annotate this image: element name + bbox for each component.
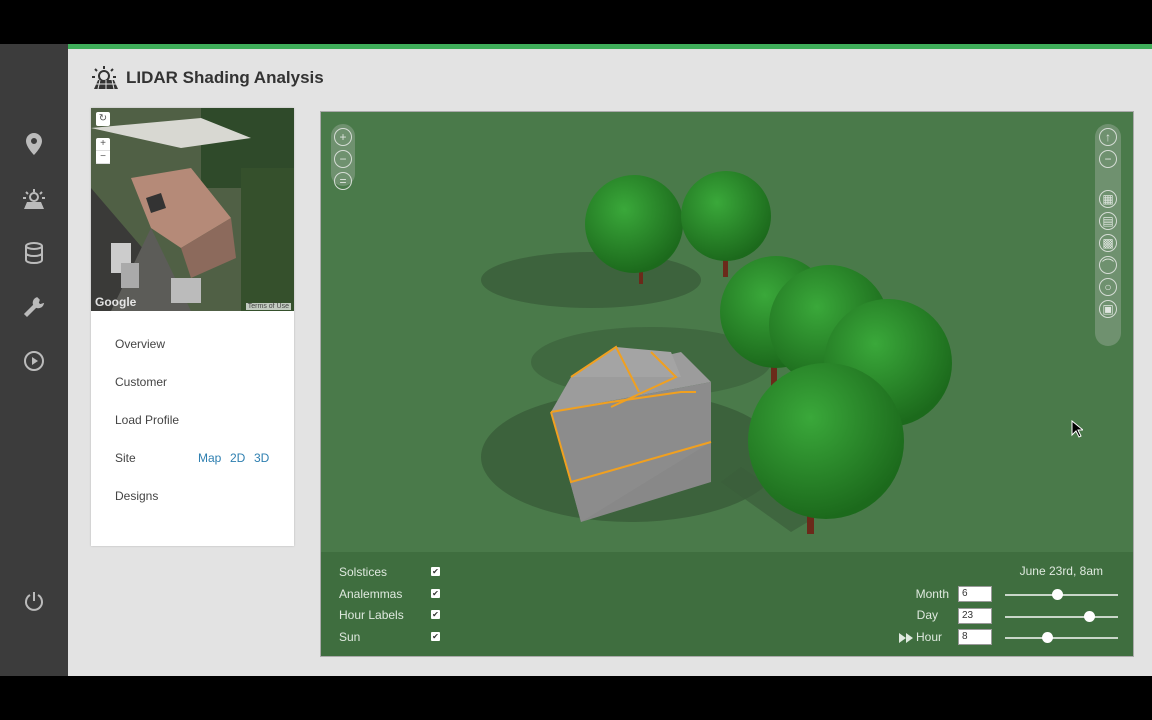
3d-viewer[interactable]: + − = ↑ − ▦ ▤ ▩ ⌒ ○ ▣ Solstices ✔ Analem… <box>320 111 1134 657</box>
nav-overview[interactable]: Overview <box>115 337 165 351</box>
nav-site[interactable]: Site <box>115 451 136 465</box>
viewer-view-controls: ↑ − ▦ ▤ ▩ ⌒ ○ ▣ <box>1095 124 1121 346</box>
map-zoom-in-button[interactable]: + <box>96 138 110 151</box>
day-label: Day <box>916 608 938 622</box>
map-terms-link[interactable]: Terms of Use <box>245 303 291 310</box>
hour-slider[interactable] <box>1005 632 1118 643</box>
solar-logo-icon <box>92 66 118 90</box>
rotate-up-icon[interactable]: ↑ <box>1099 128 1117 146</box>
app-window: LIDAR Shading Analysis ↻ + − Google Term… <box>0 44 1152 676</box>
option-hour-labels: Hour Labels ✔ <box>339 608 440 622</box>
hour-label: Hour <box>915 630 942 644</box>
hour-labels-checkbox[interactable]: ✔ <box>431 610 440 619</box>
month-input[interactable]: 6 <box>958 586 992 602</box>
sidebar <box>0 44 68 676</box>
play-icon[interactable] <box>19 346 49 376</box>
solar-panel-icon[interactable] <box>19 184 49 214</box>
solstices-checkbox[interactable]: ✔ <box>431 567 440 576</box>
reset-view-icon[interactable]: = <box>334 172 352 190</box>
day-input[interactable]: 23 <box>958 608 992 624</box>
arc-view-icon[interactable]: ⌒ <box>1099 256 1117 274</box>
nav-customer[interactable]: Customer <box>115 375 167 389</box>
mouse-cursor-icon <box>1071 419 1085 443</box>
day-slider-thumb[interactable] <box>1083 611 1095 622</box>
analemmas-checkbox[interactable]: ✔ <box>431 589 440 598</box>
zoom-out-icon[interactable]: − <box>334 150 352 168</box>
app-title: LIDAR Shading Analysis <box>126 68 324 87</box>
option-label: Sun <box>339 630 361 644</box>
date-readout: June 23rd, 8am <box>1019 564 1103 578</box>
power-icon[interactable] <box>19 586 49 616</box>
month-label: Month <box>915 587 949 601</box>
sphere-view-icon[interactable]: ○ <box>1099 278 1117 296</box>
save-icon[interactable]: ▣ <box>1099 300 1117 318</box>
sun-options-panel: Solstices ✔ Analemmas ✔ Hour Labels ✔ Su… <box>321 552 1133 656</box>
accent-bar <box>68 44 1152 49</box>
left-panel: ↻ + − Google Terms of Use Overview Custo… <box>91 108 294 546</box>
option-solstices: Solstices ✔ <box>339 565 440 579</box>
aerial-map[interactable]: ↻ + − Google Terms of Use <box>91 108 294 311</box>
option-label: Hour Labels <box>339 608 404 622</box>
google-logo: Google <box>95 295 137 309</box>
map-zoom-control: + − <box>96 138 110 164</box>
sun-checkbox[interactable]: ✔ <box>431 632 440 641</box>
zoom-in-icon[interactable]: + <box>334 128 352 146</box>
option-analemmas: Analemmas ✔ <box>339 587 440 601</box>
viewer-zoom-controls: + − = <box>331 124 355 190</box>
hour-slider-thumb[interactable] <box>1041 632 1053 643</box>
wrench-icon[interactable] <box>19 292 49 322</box>
database-icon[interactable] <box>19 238 49 268</box>
option-label: Analemmas <box>339 587 403 601</box>
option-label: Solstices <box>339 565 388 579</box>
hour-input[interactable]: 8 <box>958 629 992 645</box>
site-link-2d[interactable]: 2D <box>230 451 245 465</box>
aerial-image <box>91 108 294 311</box>
option-sun: Sun ✔ <box>339 630 440 644</box>
nav-designs[interactable]: Designs <box>115 489 158 503</box>
3d-scene <box>481 171 952 534</box>
location-pin-icon[interactable] <box>19 129 49 159</box>
nav-load-profile[interactable]: Load Profile <box>115 413 179 427</box>
texture-view-icon[interactable]: ▩ <box>1099 234 1117 252</box>
rotate-down-icon[interactable]: − <box>1099 150 1117 168</box>
month-slider-thumb[interactable] <box>1051 589 1063 600</box>
map-refresh-icon[interactable]: ↻ <box>96 112 110 126</box>
grid-view-icon[interactable]: ▦ <box>1099 190 1117 208</box>
day-slider[interactable] <box>1005 611 1118 622</box>
site-link-map[interactable]: Map <box>198 451 221 465</box>
panel-view-icon[interactable]: ▤ <box>1099 212 1117 230</box>
month-slider[interactable] <box>1005 589 1118 600</box>
map-zoom-out-button[interactable]: − <box>96 151 110 164</box>
page-title: LIDAR Shading Analysis <box>90 66 324 90</box>
site-link-3d[interactable]: 3D <box>254 451 269 465</box>
